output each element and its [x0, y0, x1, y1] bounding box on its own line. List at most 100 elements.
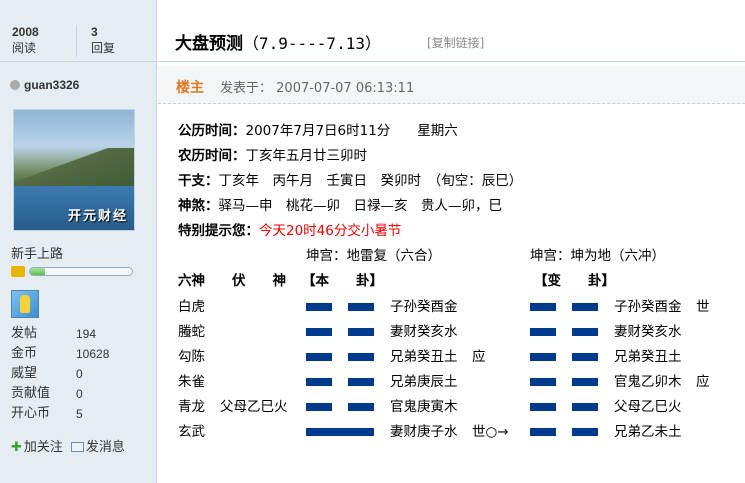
yao-segment [530, 378, 556, 386]
profile-key: 威望 [11, 366, 38, 381]
bian-yao-line [530, 403, 598, 411]
rank-progress [11, 266, 133, 277]
yao-segment [572, 428, 598, 436]
stats-divider [76, 25, 77, 57]
liushen-cell: 朱雀 [178, 374, 205, 390]
liushen-cell: 玄武 [178, 424, 205, 440]
title-range: （7.9----7.13） [243, 34, 381, 53]
posted-time: 2007-07-07 06:13:11 [276, 81, 415, 96]
yao-segment [572, 403, 598, 411]
profile-key: 贡献值 [11, 386, 51, 401]
info-text: 2007年7月7日6时11分 星期六 [245, 123, 458, 139]
author-name-row[interactable]: guan3326 [10, 78, 79, 92]
floor-label: 楼主 [176, 80, 204, 96]
user-rank: 新手上路 [11, 247, 64, 262]
ben-relation-cell: 妻财庚子水 [390, 424, 458, 440]
yao-segment [530, 353, 556, 361]
yao-segment [348, 353, 374, 361]
avatar-caption: 开元财经 [67, 209, 128, 224]
info-line: 干支：丁亥年 丙午月 壬寅日 癸卯时 （旬空：辰巳） [178, 169, 738, 194]
liushen-cell: 白虎 [178, 299, 205, 315]
info-text: 驿马—申 桃花—卯 日禄—亥 贵人—卯，巳 [218, 198, 503, 214]
ben-yao-line [306, 303, 374, 311]
info-text: 丁亥年 丙午月 壬寅日 癸卯时 （旬空：辰巳） [218, 173, 523, 189]
yao-segment [306, 328, 332, 336]
ben-yao-line [306, 328, 374, 336]
message-label: 发消息 [85, 440, 125, 455]
profile-value: 10628 [76, 347, 110, 361]
author-actions: ✚ 加关注 发消息 [11, 436, 125, 455]
bian-yao-line [530, 378, 598, 386]
post-main: 大盘预测（7.9----7.13） [复制链接] 楼主 发表于： 2007-07… [158, 0, 745, 483]
profile-key: 金币 [11, 346, 38, 361]
yao-segment [306, 303, 332, 311]
info-line: 农历时间：丁亥年五月廿三卯时 [178, 144, 738, 169]
yao-segment [348, 328, 374, 336]
author-profile-stats: 发帖 194 金币 10628 威望 0 贡献值 0 开心币 5 [11, 324, 151, 424]
follow-button[interactable]: ✚ 加关注 [11, 440, 63, 455]
info-text: 丁亥年五月廿三卯时 [245, 148, 368, 164]
message-button[interactable]: 发消息 [63, 440, 125, 455]
ben-relation-cell: 官鬼庚寅木 [390, 399, 458, 415]
info-line: 公历时间：2007年7月7日6时11分 星期六 [178, 119, 738, 144]
profile-value: 0 [76, 387, 83, 401]
ben-yao-line [306, 378, 374, 386]
ben-relation-cell: 子孙癸酉金 [390, 299, 458, 315]
profile-row: 开心币 5 [11, 404, 151, 424]
yao-segment [530, 328, 556, 336]
yao-segment [572, 328, 598, 336]
profile-value: 0 [76, 367, 83, 381]
yao-segment [348, 303, 374, 311]
yao-segment [306, 378, 332, 386]
rank-badge-icon [11, 266, 25, 277]
yao-segment [572, 378, 598, 386]
liushen-cell: 勾陈 [178, 349, 205, 365]
avatar-mountain [14, 148, 134, 188]
profile-value: 194 [76, 327, 97, 341]
bian-yao-line [530, 303, 598, 311]
bian-mark-cell: 应 [696, 374, 710, 390]
bian-relation-cell: 父母乙巳火 [614, 399, 682, 415]
read-label: 阅读 [12, 41, 37, 55]
yao-segment [306, 428, 374, 436]
liushen-cell: 螣蛇 [178, 324, 205, 340]
title-main: 大盘预测 [175, 34, 243, 54]
hexagram-table: 坤宫：地雷复（六合） 坤宫：坤为地（六冲） 六神 伏 神 【本 卦】 【变 卦】… [178, 241, 738, 441]
info-line: 神煞：驿马—申 桃花—卯 日禄—亥 贵人—卯，巳 [178, 194, 738, 219]
profile-key: 开心币 [11, 406, 51, 421]
profile-row: 金币 10628 [11, 344, 151, 364]
post-time: 发表于： 2007-07-07 06:13:11 [220, 77, 414, 96]
head-liushen: 六神 [178, 273, 205, 289]
ben-relation-cell: 兄弟庚辰土 [390, 374, 458, 390]
thread-title: 大盘预测（7.9----7.13） [175, 29, 381, 54]
reply-count: 3 [91, 25, 98, 39]
medal-icon[interactable] [11, 290, 39, 318]
info-key: 神煞： [178, 198, 219, 214]
left-palace: 坤宫：地雷复（六合） [306, 248, 441, 264]
bian-mark-cell: 世 [696, 299, 710, 315]
post-header: 楼主 发表于： 2007-07-07 06:13:11 [158, 66, 745, 104]
info-key: 农历时间： [178, 148, 246, 164]
copy-link-button[interactable]: [复制链接] [427, 34, 484, 51]
profile-row: 威望 0 [11, 364, 151, 384]
rank-progress-fill [30, 268, 46, 275]
yao-segment [306, 353, 332, 361]
profile-key: 发帖 [11, 326, 38, 341]
yao-segment [348, 378, 374, 386]
head-fushen: 伏 神 [232, 273, 286, 289]
avatar[interactable]: 开元财经 [13, 109, 135, 231]
ben-yao-line [306, 353, 374, 361]
bian-yao-line [530, 428, 598, 436]
info-key: 公历时间： [178, 123, 246, 139]
yao-segment [348, 403, 374, 411]
follow-label: 加关注 [23, 440, 63, 455]
yao-segment [572, 303, 598, 311]
bian-relation-cell: 官鬼乙卯木 [614, 374, 682, 390]
ben-yao-line [306, 403, 374, 411]
medal-figure [20, 295, 30, 313]
read-stat: 2008 阅读 [12, 24, 39, 56]
info-key: 特别提示您： [178, 223, 259, 239]
author-name[interactable]: guan3326 [24, 78, 79, 92]
plus-icon: ✚ [11, 440, 22, 455]
user-icon [10, 80, 20, 90]
